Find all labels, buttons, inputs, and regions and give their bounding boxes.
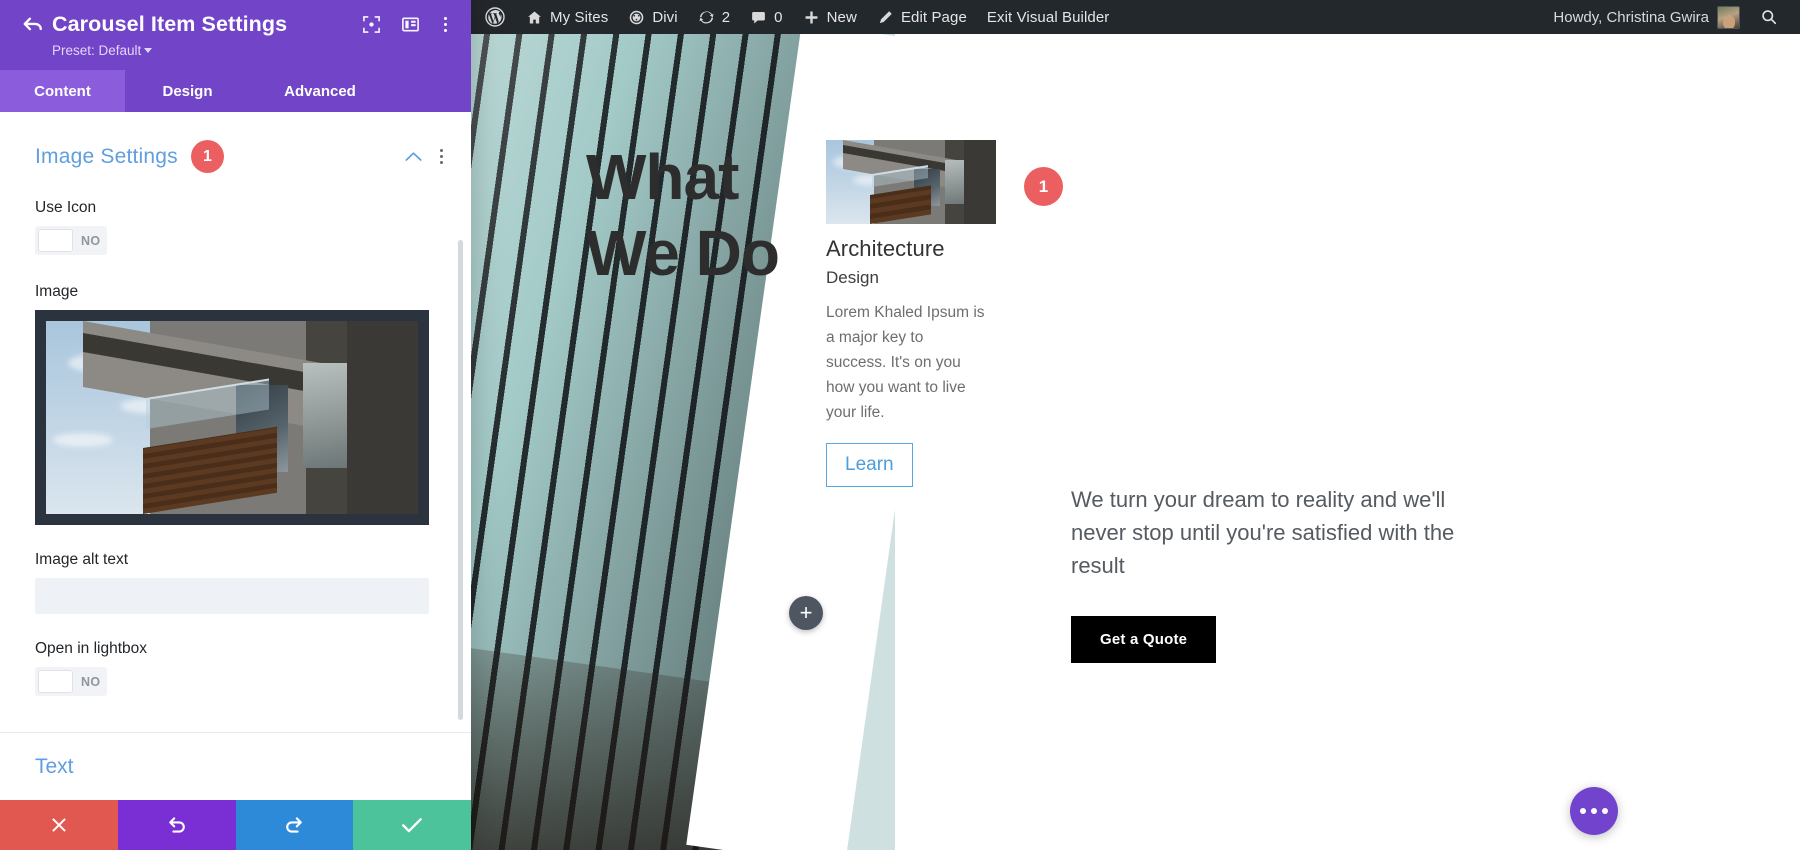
use-icon-label: Use Icon bbox=[35, 199, 97, 216]
carousel-item-body-text: Lorem Khaled Ipsum is a major key to suc… bbox=[826, 304, 985, 421]
admin-bar-label: Divi bbox=[652, 8, 678, 26]
comment-icon bbox=[750, 9, 767, 26]
admin-bar-item-divi[interactable]: Divi bbox=[618, 0, 687, 34]
image-settings-section-header[interactable]: Image Settings 1 bbox=[0, 112, 471, 173]
save-button[interactable] bbox=[353, 800, 471, 850]
text-settings-section-header[interactable]: Text bbox=[0, 733, 471, 779]
section-title: Image Settings bbox=[35, 144, 178, 168]
admin-bar-item-new[interactable]: New bbox=[793, 0, 867, 34]
admin-bar-item-comments[interactable]: 0 bbox=[740, 0, 792, 34]
panel-scrollbar[interactable] bbox=[458, 240, 463, 720]
image-label: Image bbox=[35, 283, 79, 300]
use-icon-toggle-state: NO bbox=[81, 233, 101, 248]
more-options-icon[interactable] bbox=[440, 15, 451, 34]
image-alt-text-input[interactable] bbox=[35, 578, 429, 614]
carousel-item-title: Architecture bbox=[826, 236, 945, 261]
carousel-item-subtitle: Design bbox=[826, 268, 879, 287]
carousel-item-image[interactable] bbox=[826, 140, 996, 224]
panel-scroll-area: Image Settings 1 Use Icon NO Image Image… bbox=[0, 112, 471, 850]
admin-bar-search-button[interactable] bbox=[1746, 8, 1790, 26]
page-title: Carousel Item Settings bbox=[52, 12, 288, 36]
expand-view-icon[interactable] bbox=[362, 15, 381, 34]
open-in-lightbox-toggle-state: NO bbox=[81, 674, 101, 689]
section-more-options-icon[interactable] bbox=[436, 147, 447, 166]
admin-bar-item-edit-page[interactable]: Edit Page bbox=[867, 0, 977, 34]
carousel-item-learn-button[interactable]: Learn bbox=[826, 443, 913, 487]
preset-selector[interactable]: Preset: Default bbox=[52, 43, 153, 58]
carousel-item-number-badge: 1 bbox=[1024, 167, 1063, 206]
carousel-item-module[interactable]: 1 Architecture Design Lorem Khaled Ipsum… bbox=[826, 140, 1063, 487]
visual-builder-menu-fab[interactable] bbox=[1570, 787, 1618, 835]
updates-icon bbox=[698, 9, 715, 26]
admin-bar-item-my-sites[interactable]: My Sites bbox=[516, 0, 618, 34]
tab-content[interactable]: Content bbox=[0, 70, 125, 112]
add-module-button[interactable]: + bbox=[789, 596, 823, 630]
wp-admin-bar: My Sites Divi 2 0 New Edit Page Exit Vis… bbox=[471, 0, 1800, 34]
admin-bar-label: 0 bbox=[774, 8, 783, 26]
toggle-knob bbox=[38, 229, 73, 252]
plus-icon bbox=[803, 9, 820, 26]
preset-label: Preset: Default bbox=[52, 43, 142, 58]
layout-columns-icon[interactable] bbox=[401, 15, 420, 34]
admin-bar-label: Edit Page bbox=[900, 8, 967, 26]
panel-tabs: Content Design Advanced bbox=[0, 70, 471, 112]
open-in-lightbox-toggle[interactable]: NO bbox=[35, 667, 107, 696]
visual-builder-canvas: What We Do + 1 Architecture Design Lorem… bbox=[471, 34, 1800, 850]
toggle-knob bbox=[38, 670, 73, 693]
app-root: What We Do + 1 Architecture Design Lorem… bbox=[0, 0, 1800, 850]
open-in-lightbox-label: Open in lightbox bbox=[35, 640, 148, 657]
admin-bar-label: Exit Visual Builder bbox=[986, 8, 1110, 26]
panel-header: Carousel Item Settings Preset: Default bbox=[0, 0, 471, 70]
admin-bar-label: New bbox=[826, 8, 857, 26]
promo-block: We turn your dream to reality and we'll … bbox=[1071, 483, 1496, 663]
panel-body: Image Settings 1 Use Icon NO Image Image… bbox=[0, 112, 471, 850]
image-preview[interactable] bbox=[35, 310, 429, 525]
admin-bar-label: My Sites bbox=[550, 8, 609, 26]
field-open-in-lightbox: Open in lightbox NO bbox=[0, 640, 471, 698]
chevron-down-icon bbox=[144, 48, 153, 53]
section-number-badge: 1 bbox=[190, 140, 224, 173]
wordpress-logo-button[interactable] bbox=[471, 0, 516, 34]
panel-footer bbox=[0, 800, 471, 850]
admin-bar-item-updates[interactable]: 2 bbox=[688, 0, 740, 34]
admin-bar-item-exit-visual-builder[interactable]: Exit Visual Builder bbox=[977, 0, 1120, 34]
field-image-alt-text: Image alt text bbox=[0, 551, 471, 614]
dashboard-icon bbox=[628, 9, 645, 26]
chevron-up-icon[interactable] bbox=[405, 151, 422, 162]
avatar bbox=[1717, 5, 1740, 29]
pencil-icon bbox=[877, 9, 894, 26]
tab-design[interactable]: Design bbox=[125, 70, 250, 112]
howdy-label: Howdy, Christina Gwira bbox=[1553, 8, 1709, 26]
tab-advanced[interactable]: Advanced bbox=[250, 70, 390, 112]
wordpress-logo-icon bbox=[485, 7, 505, 27]
get-a-quote-button[interactable]: Get a Quote bbox=[1071, 616, 1217, 663]
use-icon-toggle[interactable]: NO bbox=[35, 226, 107, 255]
redo-button[interactable] bbox=[235, 800, 354, 850]
search-icon bbox=[1760, 8, 1778, 26]
back-arrow-icon[interactable] bbox=[22, 16, 48, 34]
section-heading-what-we-do: What We Do bbox=[586, 141, 780, 289]
account-menu[interactable]: Howdy, Christina Gwira bbox=[1541, 5, 1746, 29]
module-settings-panel: Carousel Item Settings Preset: Default C… bbox=[0, 0, 471, 850]
field-image: Image bbox=[0, 283, 471, 525]
field-use-icon: Use Icon NO bbox=[0, 199, 471, 257]
promo-text: We turn your dream to reality and we'll … bbox=[1071, 487, 1455, 578]
admin-bar-label: 2 bbox=[721, 8, 731, 26]
cancel-button[interactable] bbox=[0, 800, 118, 850]
image-alt-text-label: Image alt text bbox=[35, 551, 129, 568]
undo-button[interactable] bbox=[117, 800, 236, 850]
house-icon bbox=[526, 9, 543, 26]
